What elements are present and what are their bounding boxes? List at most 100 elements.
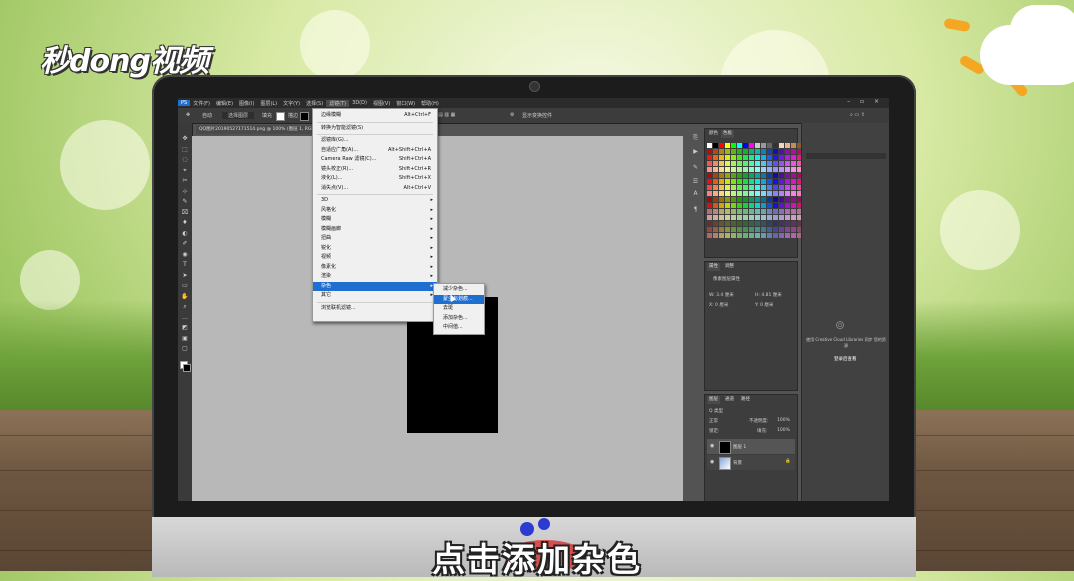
color-swatch[interactable]	[749, 185, 754, 190]
layer-row[interactable]: ◉ 背景 🔒	[707, 455, 795, 470]
color-swatch[interactable]	[785, 179, 790, 184]
color-swatch[interactable]	[779, 221, 784, 226]
color-swatch[interactable]	[731, 209, 736, 214]
color-swatch[interactable]	[713, 185, 718, 190]
color-swatch[interactable]	[737, 191, 742, 196]
color-swatch[interactable]	[719, 221, 724, 226]
brush-icon[interactable]: ✎	[692, 164, 699, 171]
color-swatch[interactable]	[725, 221, 730, 226]
color-swatch[interactable]	[707, 161, 712, 166]
color-swatch[interactable]	[737, 227, 742, 232]
color-swatch[interactable]	[755, 155, 760, 160]
filter-menu-item[interactable]: 其它 ▸	[313, 291, 437, 300]
color-swatch[interactable]	[785, 155, 790, 160]
color-swatch[interactable]	[791, 227, 796, 232]
color-swatch[interactable]	[755, 161, 760, 166]
color-swatch[interactable]	[791, 155, 796, 160]
color-swatch[interactable]	[767, 191, 772, 196]
color-swatch[interactable]	[731, 167, 736, 172]
color-swatch[interactable]	[773, 227, 778, 232]
color-swatch[interactable]	[779, 173, 784, 178]
color-swatch[interactable]	[785, 185, 790, 190]
color-swatch[interactable]	[761, 179, 766, 184]
color-swatch[interactable]	[779, 197, 784, 202]
color-swatch[interactable]	[731, 203, 736, 208]
shape-tool-icon[interactable]: …	[181, 314, 189, 321]
tab-channels[interactable]: 通道	[723, 396, 736, 404]
color-swatch[interactable]	[755, 233, 760, 238]
filter-menu-item[interactable]: 滤镜库(G)...	[313, 136, 437, 145]
color-swatch[interactable]	[785, 161, 790, 166]
color-swatch[interactable]	[779, 191, 784, 196]
color-swatch[interactable]	[767, 215, 772, 220]
color-swatch[interactable]	[719, 227, 724, 232]
color-swatch[interactable]	[773, 197, 778, 202]
filter-menu-item[interactable]: 风格化 ▸	[313, 206, 437, 215]
color-swatch[interactable]	[719, 155, 724, 160]
color-swatch[interactable]	[743, 167, 748, 172]
filter-menu-item[interactable]: 液化(L)... Shift+Ctrl+X	[313, 174, 437, 183]
color-swatch[interactable]	[707, 215, 712, 220]
color-swatch[interactable]	[785, 203, 790, 208]
color-swatch[interactable]	[755, 221, 760, 226]
align-icons[interactable]: ▤ ▥ ▦	[438, 112, 455, 118]
menu-6[interactable]: 选择(S)	[303, 100, 326, 107]
color-swatch[interactable]	[761, 143, 766, 148]
gradient-tool-icon[interactable]: ◉	[181, 251, 189, 258]
color-swatch[interactable]	[773, 191, 778, 196]
character-icon[interactable]: A	[692, 190, 699, 197]
layer-name[interactable]: 背景	[733, 460, 742, 466]
color-swatch[interactable]	[755, 185, 760, 190]
background-color-swatch[interactable]	[183, 364, 191, 372]
color-swatch[interactable]	[725, 161, 730, 166]
color-swatch[interactable]	[737, 209, 742, 214]
zoom-tool-icon[interactable]: ▣	[181, 335, 189, 342]
color-swatch[interactable]	[743, 233, 748, 238]
eye-icon[interactable]: ◉	[710, 459, 714, 465]
color-swatch[interactable]	[779, 149, 784, 154]
color-swatch[interactable]	[749, 203, 754, 208]
blur-tool-icon[interactable]: T	[181, 261, 189, 268]
brush-tool-icon[interactable]: ⌧	[181, 209, 189, 216]
color-swatch[interactable]	[791, 179, 796, 184]
color-swatch[interactable]	[767, 203, 772, 208]
color-swatch[interactable]	[719, 209, 724, 214]
color-swatch[interactable]	[773, 173, 778, 178]
color-swatch[interactable]	[779, 167, 784, 172]
type-tool-icon[interactable]: ✋	[181, 293, 189, 300]
color-swatch[interactable]	[731, 143, 736, 148]
color-swatch[interactable]	[749, 179, 754, 184]
color-swatch[interactable]	[707, 221, 712, 226]
color-swatch[interactable]	[707, 155, 712, 160]
tab-paths[interactable]: 路径	[739, 396, 752, 404]
color-swatch[interactable]	[749, 191, 754, 196]
color-swatch[interactable]	[719, 197, 724, 202]
color-swatch[interactable]	[761, 227, 766, 232]
menu-11[interactable]: 帮助(H)	[418, 100, 442, 107]
color-swatch[interactable]	[779, 185, 784, 190]
color-swatch[interactable]	[725, 191, 730, 196]
color-swatch[interactable]	[737, 221, 742, 226]
color-swatch[interactable]	[719, 185, 724, 190]
color-swatch[interactable]	[707, 173, 712, 178]
color-swatch[interactable]	[737, 173, 742, 178]
menu-2[interactable]: 编辑(E)	[213, 100, 236, 107]
filter-menu-item[interactable]: 杂色 ▸	[313, 281, 437, 291]
adjust-icon[interactable]: ☰	[692, 178, 699, 185]
color-swatch[interactable]	[743, 185, 748, 190]
color-swatch[interactable]	[791, 197, 796, 202]
color-swatch[interactable]	[713, 203, 718, 208]
color-swatch[interactable]	[713, 179, 718, 184]
color-swatch[interactable]	[743, 161, 748, 166]
color-swatch[interactable]	[725, 197, 730, 202]
color-swatch[interactable]	[719, 179, 724, 184]
color-swatch[interactable]	[725, 167, 730, 172]
color-swatch[interactable]	[755, 143, 760, 148]
color-swatch[interactable]	[761, 221, 766, 226]
color-swatch[interactable]	[791, 215, 796, 220]
search-icon[interactable]: ⌕ ▭ ⇪	[850, 112, 865, 118]
color-swatch[interactable]	[713, 233, 718, 238]
color-swatch[interactable]	[725, 215, 730, 220]
move-tool-icon[interactable]: ✥	[186, 112, 190, 118]
color-swatch[interactable]	[755, 203, 760, 208]
